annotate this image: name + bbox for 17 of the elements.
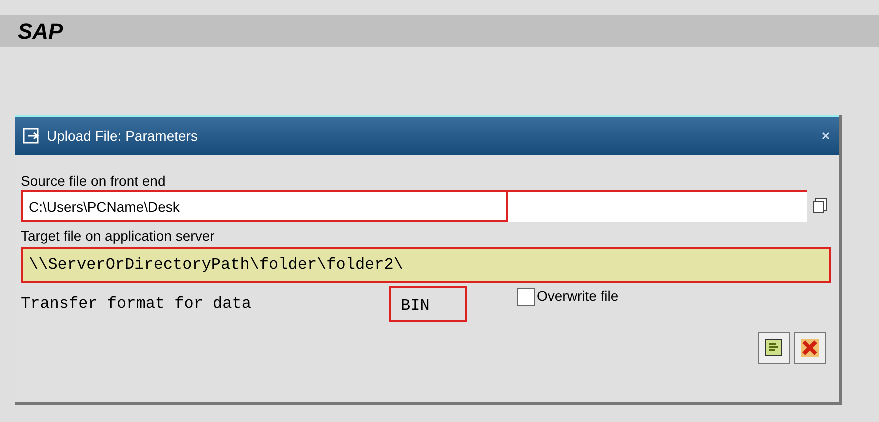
checkbox-label: Overwrite file [537, 287, 619, 306]
execute-button[interactable] [758, 332, 790, 364]
close-icon[interactable] [821, 131, 831, 141]
document-icon [764, 338, 784, 358]
dialog-title: Upload File: Parameters [47, 126, 198, 146]
upload-icon [23, 128, 41, 144]
cancel-button[interactable] [794, 332, 826, 364]
field-label: Transfer format for data [21, 294, 252, 315]
target-file-field[interactable]: \\ServerOrDirectoryPath\folder\folder2\ [21, 247, 831, 283]
overwrite-checkbox[interactable] [517, 288, 535, 306]
source-file-field[interactable]: C:\Users\PCName\Desk [21, 190, 808, 222]
cross-icon [800, 338, 820, 358]
format-field[interactable]: BIN [389, 286, 467, 322]
sap-logo: SAP [18, 18, 64, 46]
browse-icon[interactable] [813, 198, 829, 214]
field-label: Source file on front end [21, 173, 167, 189]
field-label: Target file on application server [21, 228, 216, 244]
